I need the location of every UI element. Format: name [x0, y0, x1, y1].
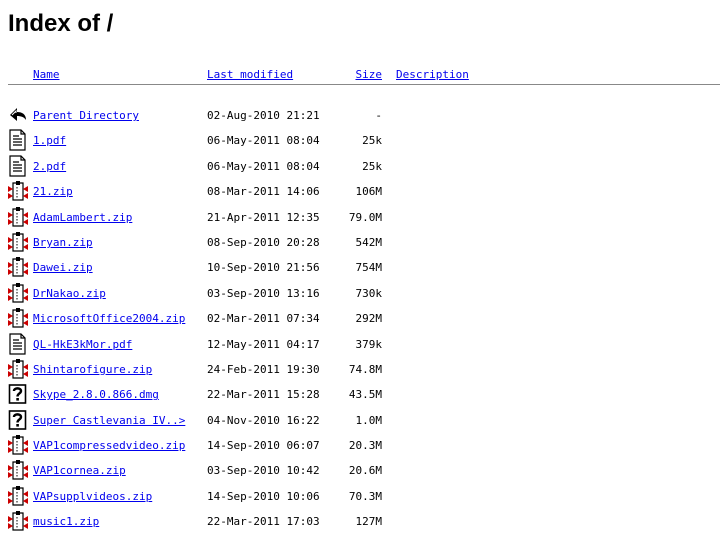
- table-row: Dawei.zip 10-Sep-2010 21:56 754M: [8, 256, 720, 281]
- last-modified-value: 03-Sep-2010 13:16: [207, 286, 320, 300]
- table-row: VAPsupplvideos.zip 14-Sep-2010 10:06 70.…: [8, 485, 720, 510]
- unknown-icon: [8, 383, 28, 405]
- size-value: 106M: [355, 185, 383, 199]
- table-row: Shintarofigure.zip 24-Feb-2011 19:30 74.…: [8, 358, 720, 383]
- size-value: 1.0M: [355, 413, 383, 427]
- size-value: 292M: [355, 312, 383, 326]
- header-divider: [8, 84, 720, 85]
- table-row: 21.zip 08-Mar-2011 14:06 106M: [8, 180, 720, 205]
- size-value: 70.3M: [348, 489, 382, 503]
- table-row: VAP1cornea.zip 03-Sep-2010 10:42 20.6M: [8, 459, 720, 484]
- size-value: 74.8M: [348, 362, 382, 376]
- size-value: 20.3M: [348, 439, 382, 453]
- compressed-icon: [8, 434, 28, 456]
- sort-by-size-link[interactable]: Size: [338, 68, 383, 81]
- file-link[interactable]: Parent Directory: [33, 109, 139, 122]
- size-value: 20.6M: [348, 464, 382, 478]
- file-link[interactable]: music1.zip: [33, 515, 99, 528]
- last-modified-value: 08-Sep-2010 20:28: [207, 235, 320, 249]
- table-row: Parent Directory 02-Aug-2010 21:21 -: [8, 104, 720, 129]
- compressed-icon: [8, 358, 28, 380]
- table-row: QL-HkE3kMor.pdf 12-May-2011 04:17 379k: [8, 332, 720, 358]
- size-value: 542M: [355, 235, 383, 249]
- last-modified-value: 24-Feb-2011 19:30: [207, 362, 320, 376]
- table-row: Bryan.zip 08-Sep-2010 20:28 542M: [8, 231, 720, 256]
- table-row: Skype_2.8.0.866.dmg 22-Mar-2011 15:28 43…: [8, 383, 720, 408]
- sort-by-description-link[interactable]: Description: [396, 68, 469, 81]
- size-value: -: [375, 109, 382, 122]
- file-link[interactable]: VAP1compressedvideo.zip: [33, 439, 185, 452]
- table-row: 2.pdf 06-May-2011 08:04 25k: [8, 155, 720, 180]
- last-modified-value: 02-Mar-2011 07:34: [207, 312, 320, 326]
- last-modified-value: 08-Mar-2011 14:06: [207, 185, 320, 199]
- last-modified-value: 06-May-2011 08:04: [207, 134, 320, 148]
- size-value: 379k: [355, 337, 383, 351]
- compressed-icon: [8, 307, 28, 329]
- last-modified-value: 02-Aug-2010 21:21: [207, 109, 320, 122]
- compressed-icon: [8, 256, 28, 278]
- file-link[interactable]: 21.zip: [33, 185, 73, 198]
- file-rows: Parent Directory 02-Aug-2010 21:21 - 1.p…: [8, 104, 720, 536]
- size-value: 79.0M: [348, 210, 382, 224]
- file-link[interactable]: Super Castlevania IV..>: [33, 414, 185, 427]
- table-row: DrNakao.zip 03-Sep-2010 13:16 730k: [8, 282, 720, 307]
- text-icon: [8, 129, 28, 151]
- size-value: 25k: [362, 159, 382, 173]
- last-modified-value: 12-May-2011 04:17: [207, 337, 320, 351]
- column-header-row: Name Last modified Size Description: [8, 66, 720, 84]
- file-link[interactable]: QL-HkE3kMor.pdf: [33, 338, 132, 351]
- file-link[interactable]: AdamLambert.zip: [33, 211, 132, 224]
- file-link[interactable]: Shintarofigure.zip: [33, 363, 152, 376]
- file-link[interactable]: VAP1cornea.zip: [33, 464, 126, 477]
- table-row: music1.zip 22-Mar-2011 17:03 127M: [8, 510, 720, 535]
- size-value: 25k: [362, 134, 382, 148]
- file-link[interactable]: 2.pdf: [33, 160, 66, 173]
- directory-listing-page: Index of / Name Last modified Size Descr…: [0, 0, 727, 545]
- unknown-icon: [8, 409, 28, 431]
- file-link[interactable]: Dawei.zip: [33, 261, 93, 274]
- page-title: Index of /: [8, 10, 114, 37]
- compressed-icon: [8, 510, 28, 532]
- table-row: MicrosoftOffice2004.zip 02-Mar-2011 07:3…: [8, 307, 720, 332]
- last-modified-value: 22-Mar-2011 15:28: [207, 388, 320, 402]
- sort-by-name-link[interactable]: Name: [33, 68, 60, 81]
- compressed-icon: [8, 180, 28, 202]
- last-modified-value: 21-Apr-2011 12:35: [207, 210, 320, 224]
- size-value: 127M: [355, 515, 383, 529]
- text-icon: [8, 155, 28, 177]
- size-value: 754M: [355, 261, 383, 275]
- compressed-icon: [8, 206, 28, 228]
- file-link[interactable]: 1.pdf: [33, 134, 66, 147]
- sort-by-last-modified-link[interactable]: Last modified: [207, 68, 293, 81]
- file-link[interactable]: DrNakao.zip: [33, 287, 106, 300]
- table-row: VAP1compressedvideo.zip 14-Sep-2010 06:0…: [8, 434, 720, 459]
- table-row: Super Castlevania IV..> 04-Nov-2010 16:2…: [8, 409, 720, 434]
- compressed-icon: [8, 231, 28, 253]
- compressed-icon: [8, 485, 28, 507]
- last-modified-value: 04-Nov-2010 16:22: [207, 413, 320, 427]
- file-listing: Name Last modified Size Description Pare…: [8, 66, 720, 536]
- file-link[interactable]: MicrosoftOffice2004.zip: [33, 312, 185, 325]
- compressed-icon: [8, 282, 28, 304]
- last-modified-value: 03-Sep-2010 10:42: [207, 464, 320, 478]
- last-modified-value: 14-Sep-2010 10:06: [207, 489, 320, 503]
- compressed-icon: [8, 459, 28, 481]
- file-link[interactable]: VAPsupplvideos.zip: [33, 490, 152, 503]
- text-icon: [8, 332, 28, 355]
- back-icon: [8, 104, 28, 126]
- last-modified-value: 10-Sep-2010 21:56: [207, 261, 320, 275]
- size-value: 43.5M: [348, 388, 382, 402]
- size-value: 730k: [355, 286, 383, 300]
- table-row: 1.pdf 06-May-2011 08:04 25k: [8, 129, 720, 154]
- last-modified-value: 22-Mar-2011 17:03: [207, 515, 320, 529]
- last-modified-value: 14-Sep-2010 06:07: [207, 439, 320, 453]
- last-modified-value: 06-May-2011 08:04: [207, 159, 320, 173]
- file-link[interactable]: Bryan.zip: [33, 236, 93, 249]
- table-row: AdamLambert.zip 21-Apr-2011 12:35 79.0M: [8, 206, 720, 231]
- file-link[interactable]: Skype_2.8.0.866.dmg: [33, 388, 159, 401]
